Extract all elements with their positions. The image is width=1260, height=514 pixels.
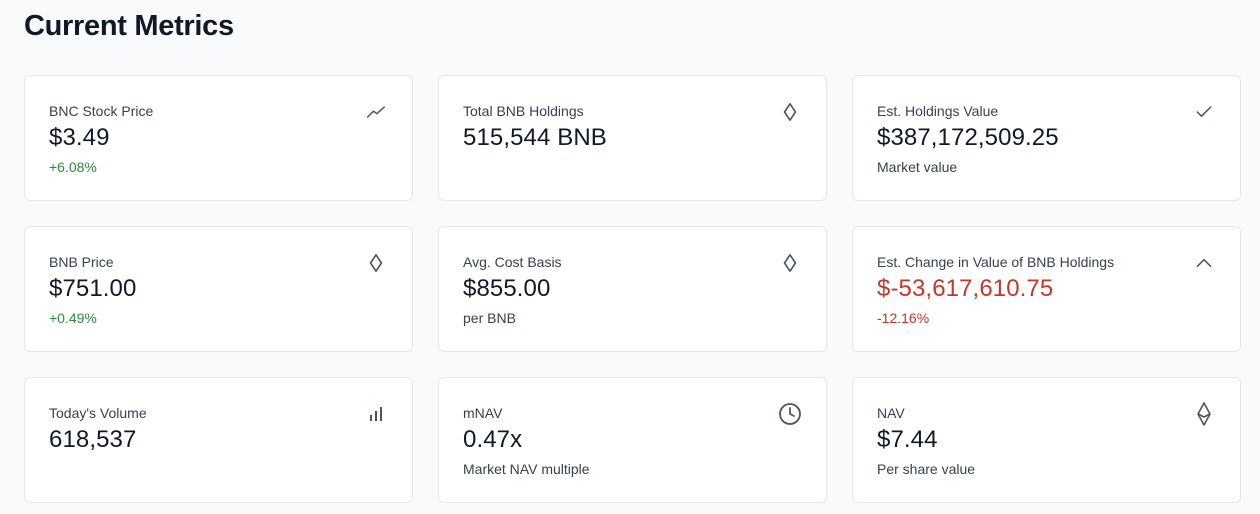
metric-card-bnc-stock-price: BNC Stock Price $3.49 +6.08% (24, 75, 413, 201)
metric-sub: Market NAV multiple (463, 461, 590, 477)
metric-label: Est. Holdings Value (877, 103, 999, 119)
metric-value: 618,537 (49, 426, 137, 453)
metric-change: +0.49% (49, 310, 97, 326)
metric-value: $751.00 (49, 275, 137, 302)
check-icon (1192, 100, 1216, 124)
metric-card-avg-cost-basis: Avg. Cost Basis $855.00 per BNB (438, 226, 827, 352)
metric-label: NAV (877, 405, 905, 421)
metric-change: -12.16% (877, 310, 930, 326)
diamond-icon (778, 251, 802, 275)
ethereum-icon (1192, 402, 1216, 426)
page-title: Current Metrics (24, 10, 234, 42)
diamond-icon (364, 251, 388, 275)
metric-card-total-bnb-holdings: Total BNB Holdings 515,544 BNB (438, 75, 827, 201)
metric-label: BNC Stock Price (49, 103, 154, 119)
metric-label: mNAV (463, 405, 503, 421)
metric-value: $7.44 (877, 426, 938, 453)
metric-sub: Per share value (877, 461, 976, 477)
metric-label: Est. Change in Value of BNB Holdings (877, 254, 1115, 270)
metric-label: Total BNB Holdings (463, 103, 584, 119)
metric-value: $387,172,509.25 (877, 124, 1059, 151)
metric-sub: Market value (877, 159, 958, 175)
metric-sub: per BNB (463, 310, 516, 326)
metric-card-todays-volume: Today's Volume 618,537 (24, 377, 413, 503)
bar-chart-icon (364, 402, 388, 426)
metric-card-nav: NAV $7.44 Per share value (852, 377, 1241, 503)
metric-value: $-53,617,610.75 (877, 275, 1054, 302)
metric-card-bnb-price: BNB Price $751.00 +0.49% (24, 226, 413, 352)
chevron-up-icon (1192, 251, 1216, 275)
metric-value: $855.00 (463, 275, 551, 302)
clock-icon (778, 402, 802, 426)
metric-value: 0.47x (463, 426, 523, 453)
diamond-icon (778, 100, 802, 124)
trend-up-icon (364, 100, 388, 124)
metric-card-est-holdings-value: Est. Holdings Value $387,172,509.25 Mark… (852, 75, 1241, 201)
metric-label: BNB Price (49, 254, 114, 270)
metric-change: +6.08% (49, 159, 97, 175)
metric-card-mnav: mNAV 0.47x Market NAV multiple (438, 377, 827, 503)
metric-value: 515,544 BNB (463, 124, 607, 151)
metric-label: Today's Volume (49, 405, 147, 421)
metric-label: Avg. Cost Basis (463, 254, 562, 270)
metric-value: $3.49 (49, 124, 110, 151)
metrics-grid: BNC Stock Price $3.49 +6.08% Total BNB H… (24, 75, 1241, 503)
metric-card-est-change-value: Est. Change in Value of BNB Holdings $-5… (852, 226, 1241, 352)
